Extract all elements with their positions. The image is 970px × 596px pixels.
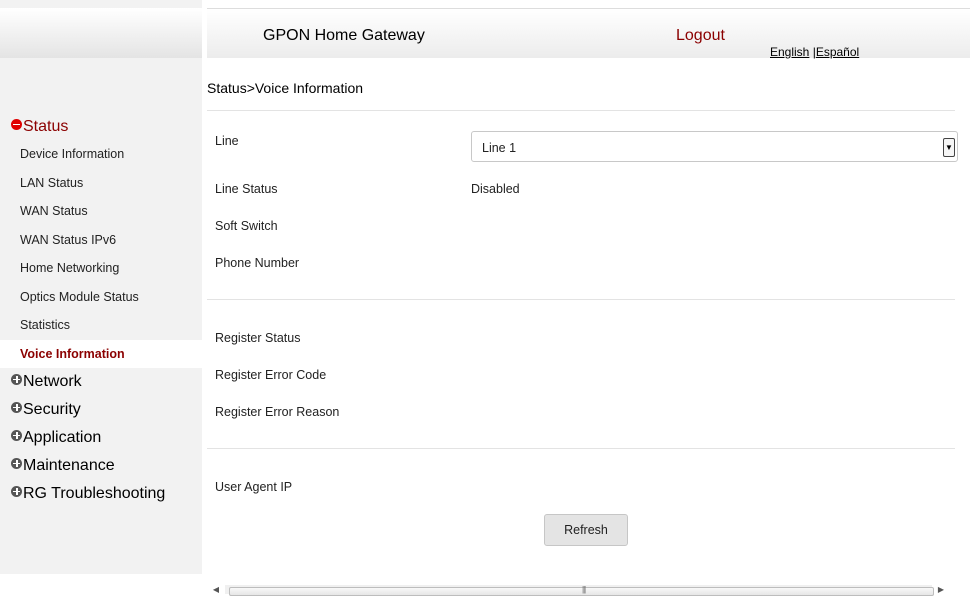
line-select[interactable]: Line 1 ▼ <box>471 131 958 162</box>
logout-link[interactable]: Logout <box>676 27 725 45</box>
line-label: Line <box>215 134 239 148</box>
nav-group-label: RG Troubleshooting <box>23 485 166 502</box>
expand-icon <box>11 401 22 413</box>
breadcrumb: Status>Voice Information <box>207 80 364 96</box>
header-bar: GPON Home Gateway Logout English |Españo… <box>207 8 970 59</box>
register-status-label: Register Status <box>215 331 301 345</box>
dropdown-arrow-icon[interactable]: ▼ <box>943 138 955 157</box>
sidebar-item-voice-information[interactable]: Voice Information <box>0 339 202 368</box>
english-link[interactable]: English <box>770 45 809 59</box>
page: Status Device Information LAN Status WAN… <box>0 0 970 596</box>
language-switcher: English |Español <box>770 45 859 59</box>
expand-icon <box>11 457 22 469</box>
nav-group-label: Status <box>23 118 69 135</box>
scrollbar-track[interactable]: ||| <box>225 585 934 596</box>
nav-group-maintenance[interactable]: Maintenance <box>0 452 202 480</box>
sidebar-logo-area <box>0 8 202 58</box>
divider <box>207 448 955 449</box>
sidebar-item-statistics[interactable]: Statistics <box>0 311 202 340</box>
nav-group-application[interactable]: Application <box>0 424 202 452</box>
scrollbar-thumb[interactable]: ||| <box>229 585 934 596</box>
collapse-icon <box>11 118 22 130</box>
divider <box>207 299 955 300</box>
line-select-value: Line 1 <box>482 141 517 155</box>
refresh-button[interactable]: Refresh <box>544 514 628 546</box>
divider <box>207 110 955 111</box>
sidebar-item-wan-status[interactable]: WAN Status <box>0 197 202 226</box>
expand-icon <box>11 429 22 441</box>
register-error-reason-label: Register Error Reason <box>215 405 340 419</box>
nav-group-rg-troubleshooting[interactable]: RG Troubleshooting <box>0 480 202 508</box>
sidebar-item-wan-status-ipv6[interactable]: WAN Status IPv6 <box>0 226 202 255</box>
sidebar-item-home-networking[interactable]: Home Networking <box>0 254 202 283</box>
line-status-label: Line Status <box>215 182 278 196</box>
expand-icon <box>11 373 22 385</box>
horizontal-scrollbar[interactable]: ◀ ||| ▶ <box>207 583 970 596</box>
nav-group-label: Network <box>23 373 82 390</box>
nav-group-label: Application <box>23 429 102 446</box>
spanish-link[interactable]: Español <box>816 45 859 59</box>
sidebar-item-lan-status[interactable]: LAN Status <box>0 169 202 198</box>
expand-icon <box>11 485 22 497</box>
grip-icon: ||| <box>582 585 586 594</box>
register-error-code-label: Register Error Code <box>215 368 327 382</box>
sidebar-item-optics-module-status[interactable]: Optics Module Status <box>0 283 202 312</box>
line-status-value: Disabled <box>471 182 520 196</box>
scroll-left-icon[interactable]: ◀ <box>207 583 225 596</box>
nav-group-label: Security <box>23 401 81 418</box>
user-agent-ip-label: User Agent IP <box>215 480 293 494</box>
phone-number-label: Phone Number <box>215 256 300 270</box>
sidebar-nav: Status Device Information LAN Status WAN… <box>0 114 202 508</box>
sidebar: Status Device Information LAN Status WAN… <box>0 0 202 574</box>
sidebar-item-device-information[interactable]: Device Information <box>0 140 202 169</box>
nav-group-security[interactable]: Security <box>0 396 202 424</box>
nav-group-status[interactable]: Status <box>0 114 202 140</box>
nav-group-network[interactable]: Network <box>0 368 202 396</box>
nav-group-label: Maintenance <box>23 457 115 474</box>
scroll-right-icon[interactable]: ▶ <box>932 583 950 596</box>
soft-switch-label: Soft Switch <box>215 219 278 233</box>
app-title: GPON Home Gateway <box>263 27 425 44</box>
